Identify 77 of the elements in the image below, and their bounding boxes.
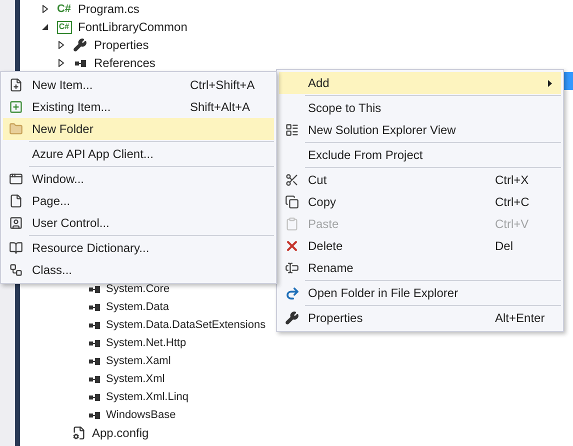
wrench-icon bbox=[73, 38, 87, 52]
tree-row[interactable]: Properties bbox=[20, 36, 573, 54]
cut-icon bbox=[285, 173, 299, 187]
menu-item[interactable]: Exclude From Project bbox=[279, 141, 561, 166]
reference-label[interactable]: System.Data bbox=[106, 298, 169, 316]
wrench-icon bbox=[285, 311, 299, 325]
new-item-icon bbox=[9, 78, 23, 92]
file-label[interactable]: App.config bbox=[92, 424, 149, 442]
window-icon bbox=[9, 172, 23, 186]
shortcut-label: Ctrl+C bbox=[495, 194, 530, 211]
shortcut-label: Ctrl+X bbox=[495, 172, 529, 189]
reference-icon bbox=[89, 412, 100, 418]
menu-item[interactable]: Cut Ctrl+X bbox=[279, 166, 561, 191]
menu-item[interactable]: New Item... Ctrl+Shift+A bbox=[3, 74, 274, 96]
reference-icon bbox=[74, 60, 86, 66]
config-file-icon bbox=[72, 426, 86, 440]
menu-item[interactable]: Class... bbox=[3, 259, 274, 281]
reference-label[interactable]: System.Net.Http bbox=[106, 334, 186, 352]
menu-item[interactable]: User Control... bbox=[3, 212, 274, 234]
menu-item[interactable]: New Folder bbox=[3, 118, 274, 140]
menu-item[interactable]: Page... bbox=[3, 190, 274, 212]
menu-item[interactable]: Window... bbox=[3, 165, 274, 190]
menu-item[interactable]: Copy Ctrl+C bbox=[279, 191, 561, 213]
menu-item[interactable]: Resource Dictionary... bbox=[3, 234, 274, 259]
reference-label[interactable]: System.Xml.Linq bbox=[106, 388, 189, 406]
csharp-project-icon: C# bbox=[56, 20, 72, 34]
redirect-arrow-icon bbox=[284, 286, 300, 300]
tree-item-label: References bbox=[94, 55, 156, 72]
shortcut-label: Alt+Enter bbox=[495, 310, 545, 327]
expanded-arrow-icon[interactable] bbox=[41, 23, 49, 31]
menu-item[interactable]: Existing Item... Shift+Alt+A bbox=[3, 96, 274, 118]
shortcut-label: Ctrl+Shift+A bbox=[190, 77, 255, 94]
reference-icon bbox=[89, 376, 100, 382]
tree-row[interactable]: References bbox=[20, 54, 573, 72]
reference-icon bbox=[89, 286, 100, 292]
collapsed-arrow-icon[interactable] bbox=[57, 59, 65, 67]
reference-icon bbox=[89, 394, 100, 400]
tree-item-label: FontLibraryCommon bbox=[78, 19, 188, 36]
menu-item[interactable]: Open Folder in File Explorer bbox=[279, 279, 561, 304]
menu-item[interactable]: Azure API App Client... bbox=[3, 140, 274, 165]
tree-item-label: Program.cs bbox=[78, 1, 140, 18]
tree-row[interactable]: C# Program.cs bbox=[20, 0, 573, 18]
menu-item[interactable]: New Solution Explorer View bbox=[279, 119, 561, 141]
submenu-arrow-icon bbox=[548, 80, 552, 86]
menu-item[interactable]: Delete Del bbox=[279, 235, 561, 257]
shortcut-label: Ctrl+V bbox=[495, 216, 529, 233]
tree-row[interactable]: C# FontLibraryCommon bbox=[20, 18, 573, 36]
new-folder-icon bbox=[9, 122, 23, 136]
shortcut-label: Del bbox=[495, 238, 514, 255]
reference-label[interactable]: System.Xml bbox=[106, 370, 165, 388]
reference-label[interactable]: System.Data.DataSetExtensions bbox=[106, 316, 266, 334]
reference-icon bbox=[89, 358, 100, 364]
menu-item[interactable]: Properties Alt+Enter bbox=[279, 304, 561, 329]
collapsed-arrow-icon[interactable] bbox=[57, 41, 65, 49]
reference-label[interactable]: System.Core bbox=[106, 280, 170, 298]
reference-icon bbox=[89, 340, 100, 346]
page-icon bbox=[9, 194, 23, 208]
list-window-icon bbox=[285, 123, 299, 137]
reference-label[interactable]: System.Xaml bbox=[106, 352, 171, 370]
shortcut-label: Shift+Alt+A bbox=[190, 99, 250, 116]
menu-item[interactable]: Add bbox=[279, 72, 561, 94]
reference-label[interactable]: WindowsBase bbox=[106, 406, 176, 424]
reference-icon bbox=[89, 304, 100, 310]
copy-icon bbox=[285, 195, 299, 209]
paste-icon bbox=[285, 217, 299, 231]
csharp-file-icon: C# bbox=[56, 4, 72, 14]
user-control-icon bbox=[9, 216, 23, 230]
class-icon bbox=[9, 263, 23, 277]
delete-icon bbox=[284, 238, 300, 254]
book-icon bbox=[9, 241, 23, 255]
menu-item[interactable]: Scope to This bbox=[279, 94, 561, 119]
tree-item-label: Properties bbox=[94, 37, 149, 54]
collapsed-arrow-icon[interactable] bbox=[41, 5, 49, 13]
rename-icon bbox=[285, 261, 299, 275]
menu-item[interactable]: Rename bbox=[279, 257, 561, 279]
add-existing-icon bbox=[9, 100, 23, 114]
reference-icon bbox=[89, 322, 100, 328]
